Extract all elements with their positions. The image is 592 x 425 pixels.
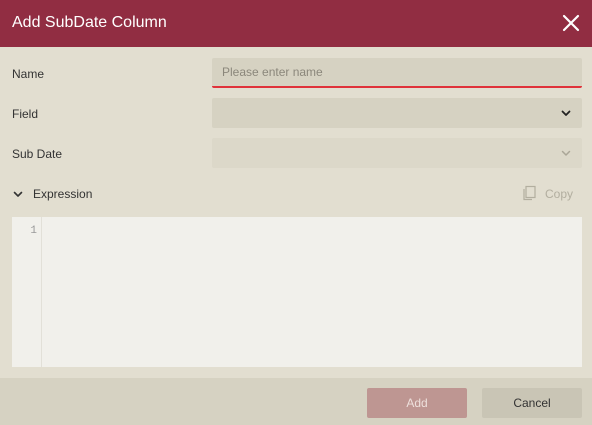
field-label: Field (12, 107, 39, 121)
sub-date-label: Sub Date (12, 147, 63, 161)
editor-gutter: 1 (12, 217, 42, 367)
copy-icon (523, 185, 536, 201)
chevron-down-icon (561, 110, 571, 116)
sub-date-select[interactable] (212, 138, 582, 168)
add-button[interactable]: Add (367, 388, 467, 418)
code-area[interactable] (42, 217, 582, 367)
name-field-container (212, 58, 582, 88)
close-icon[interactable] (560, 12, 582, 34)
name-label: Name (12, 67, 45, 81)
line-number: 1 (30, 225, 37, 237)
dialog-title: Add SubDate Column (12, 14, 167, 31)
add-subdate-column-dialog: Add SubDate Column Name Field Sub Date E… (0, 0, 592, 425)
expression-label: Expression (33, 187, 93, 201)
dialog-titlebar: Add SubDate Column (0, 0, 592, 47)
chevron-down-icon (561, 150, 571, 156)
field-select[interactable] (212, 98, 582, 128)
name-input[interactable] (212, 58, 582, 86)
expression-editor[interactable]: 1 (12, 217, 582, 367)
cancel-button[interactable]: Cancel (482, 388, 582, 418)
copy-button[interactable]: Copy (521, 184, 581, 204)
chevron-down-icon (13, 191, 23, 197)
dialog-footer: Add Cancel (0, 378, 592, 425)
copy-label: Copy (545, 187, 574, 201)
